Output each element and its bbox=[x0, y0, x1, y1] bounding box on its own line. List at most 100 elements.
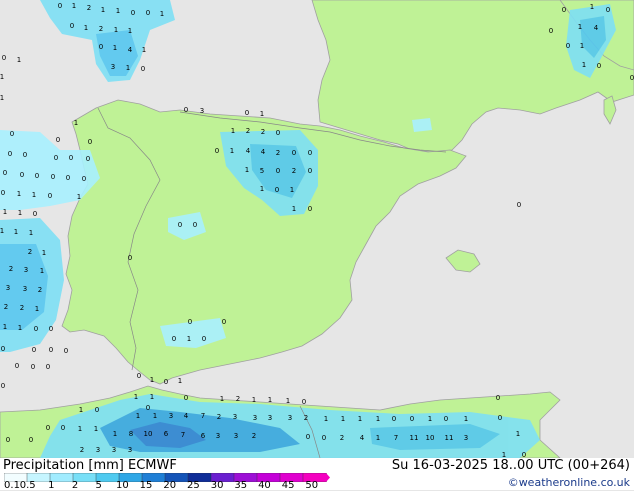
precip-value-label: 0 bbox=[498, 414, 502, 422]
precip-value-label: 1 bbox=[94, 425, 98, 433]
precip-value-label: 1 bbox=[35, 305, 39, 313]
precip-value-label: 0 bbox=[66, 174, 70, 182]
precip-value-label: 0 bbox=[276, 167, 280, 175]
precip-value-label: 0 bbox=[562, 6, 566, 14]
credit-link[interactable]: ©weatheronline.co.uk bbox=[508, 476, 630, 489]
precip-value-label: 5 bbox=[260, 167, 264, 175]
precip-value-label: 1 bbox=[260, 110, 264, 118]
precip-value-label: 0 bbox=[146, 9, 150, 17]
map-title: Precipitation [mm] ECMWF bbox=[3, 458, 177, 473]
precip-value-label: 1 bbox=[292, 205, 296, 213]
precip-value-label: 8 bbox=[129, 430, 133, 438]
precip-value-label: 0 bbox=[82, 175, 86, 183]
precip-value-label: 1 bbox=[79, 406, 83, 414]
precip-value-label: 0 bbox=[3, 169, 7, 177]
precip-value-label: 1 bbox=[160, 10, 164, 18]
legend-tick-label: 50 bbox=[305, 480, 319, 491]
precip-value-label: 1 bbox=[268, 396, 272, 404]
precip-value-label: 2 bbox=[28, 248, 32, 256]
precip-value-label: 3 bbox=[253, 414, 257, 422]
precip-value-label: 0 bbox=[51, 173, 55, 181]
precip-value-label: 7 bbox=[181, 431, 185, 439]
precip-value-label: 6 bbox=[164, 430, 169, 438]
precip-value-label: 1 bbox=[14, 228, 18, 236]
precip-value-label: 1 bbox=[376, 434, 380, 442]
precip-value-label: 0 bbox=[141, 65, 145, 73]
precip-value-label: 1 bbox=[78, 425, 82, 433]
precip-value-label: 3 bbox=[24, 266, 28, 274]
precip-value-label: 1 bbox=[113, 430, 117, 438]
precip-value-label: 1 bbox=[74, 119, 78, 127]
precip-value-label: 0 bbox=[1, 345, 5, 353]
precip-value-label: 0 bbox=[184, 394, 188, 402]
precip-value-label: 0 bbox=[184, 106, 188, 114]
color-legend-labels: 0.1 0.5 1 2 5 10 15 20 25 30 35 40 45 50 bbox=[0, 480, 340, 491]
precip-value-label: 0 bbox=[517, 201, 521, 209]
precip-value-label: 10 bbox=[426, 434, 435, 442]
precip-value-label: 2 bbox=[217, 413, 221, 421]
precip-value-label: 1 bbox=[17, 190, 21, 198]
precip-value-label: 4 bbox=[128, 46, 133, 54]
precip-value-label: 0 bbox=[61, 424, 65, 432]
precip-value-label: 1 bbox=[358, 415, 362, 423]
precip-value-label: 0 bbox=[49, 325, 53, 333]
precip-value-label: 0 bbox=[56, 136, 60, 144]
precip-value-label: 1 bbox=[260, 185, 264, 193]
precip-value-label: 1 bbox=[230, 147, 234, 155]
precip-value-label: 1 bbox=[136, 412, 140, 420]
precip-value-label: 1 bbox=[341, 415, 345, 423]
precip-value-label: 0 bbox=[46, 424, 50, 432]
precip-value-label: 3 bbox=[169, 412, 173, 420]
precip-value-label: 0 bbox=[275, 186, 279, 194]
precip-value-label: 3 bbox=[234, 432, 238, 440]
precip-value-label: 0 bbox=[606, 6, 610, 14]
precip-value-label: 0 bbox=[29, 436, 33, 444]
precip-value-label: 1 bbox=[582, 61, 586, 69]
precip-value-label: 1 bbox=[376, 415, 380, 423]
precip-value-label: 1 bbox=[245, 166, 249, 174]
precip-value-label: 7 bbox=[394, 434, 398, 442]
precip-value-label: 0 bbox=[308, 149, 312, 157]
precip-area-east-africa bbox=[370, 424, 500, 450]
precip-value-label: 3 bbox=[288, 414, 292, 422]
precip-value-label: 0 bbox=[20, 171, 24, 179]
precip-value-label: 3 bbox=[111, 63, 115, 71]
legend-tick-label: 45 bbox=[281, 480, 295, 491]
precip-value-label: 1 bbox=[128, 27, 132, 35]
precip-value-label: 2 bbox=[9, 265, 13, 273]
precip-value-label: 0 bbox=[496, 394, 500, 402]
precip-value-label: 1 bbox=[153, 412, 157, 420]
legend-tick-label: 35 bbox=[234, 480, 248, 491]
legend-tick-label: 25 bbox=[187, 480, 200, 491]
precip-value-label: 0 bbox=[276, 129, 280, 137]
precip-value-label: 0 bbox=[522, 451, 526, 458]
precip-value-label: 0 bbox=[306, 433, 310, 441]
precip-value-label: 4 bbox=[246, 147, 251, 155]
precip-value-label: 2 bbox=[292, 167, 296, 175]
legend-tick-label: 5 bbox=[95, 480, 102, 491]
precip-value-label: 0 bbox=[566, 42, 570, 50]
precip-value-label: 1 bbox=[84, 24, 88, 32]
precip-value-label: 1 bbox=[29, 229, 33, 237]
precip-value-label: 10 bbox=[144, 430, 153, 438]
precip-value-label: 1 bbox=[286, 397, 290, 405]
legend-tick-label: 20 bbox=[163, 480, 177, 491]
precip-value-label: 0 bbox=[322, 434, 326, 442]
precip-value-label: 0 bbox=[1, 382, 5, 390]
precip-value-label: 3 bbox=[233, 413, 237, 421]
precip-value-label: 1 bbox=[428, 415, 432, 423]
precip-value-label: 2 bbox=[261, 128, 265, 136]
precip-value-label: 2 bbox=[87, 4, 91, 12]
precip-value-label: 0 bbox=[245, 109, 249, 117]
precip-value-label: 1 bbox=[42, 249, 46, 257]
precip-value-label: 0 bbox=[34, 325, 38, 333]
precip-value-label: 0 bbox=[292, 149, 296, 157]
precip-value-label: 0 bbox=[597, 62, 601, 70]
precip-value-label: 3 bbox=[23, 285, 27, 293]
precip-value-label: 0 bbox=[410, 415, 414, 423]
precip-value-label: 3 bbox=[112, 446, 116, 454]
precip-value-label: 0 bbox=[193, 221, 197, 229]
precip-value-label: 1 bbox=[18, 209, 22, 217]
precip-value-label: 1 bbox=[580, 42, 584, 50]
precip-value-label: 1 bbox=[77, 193, 81, 201]
